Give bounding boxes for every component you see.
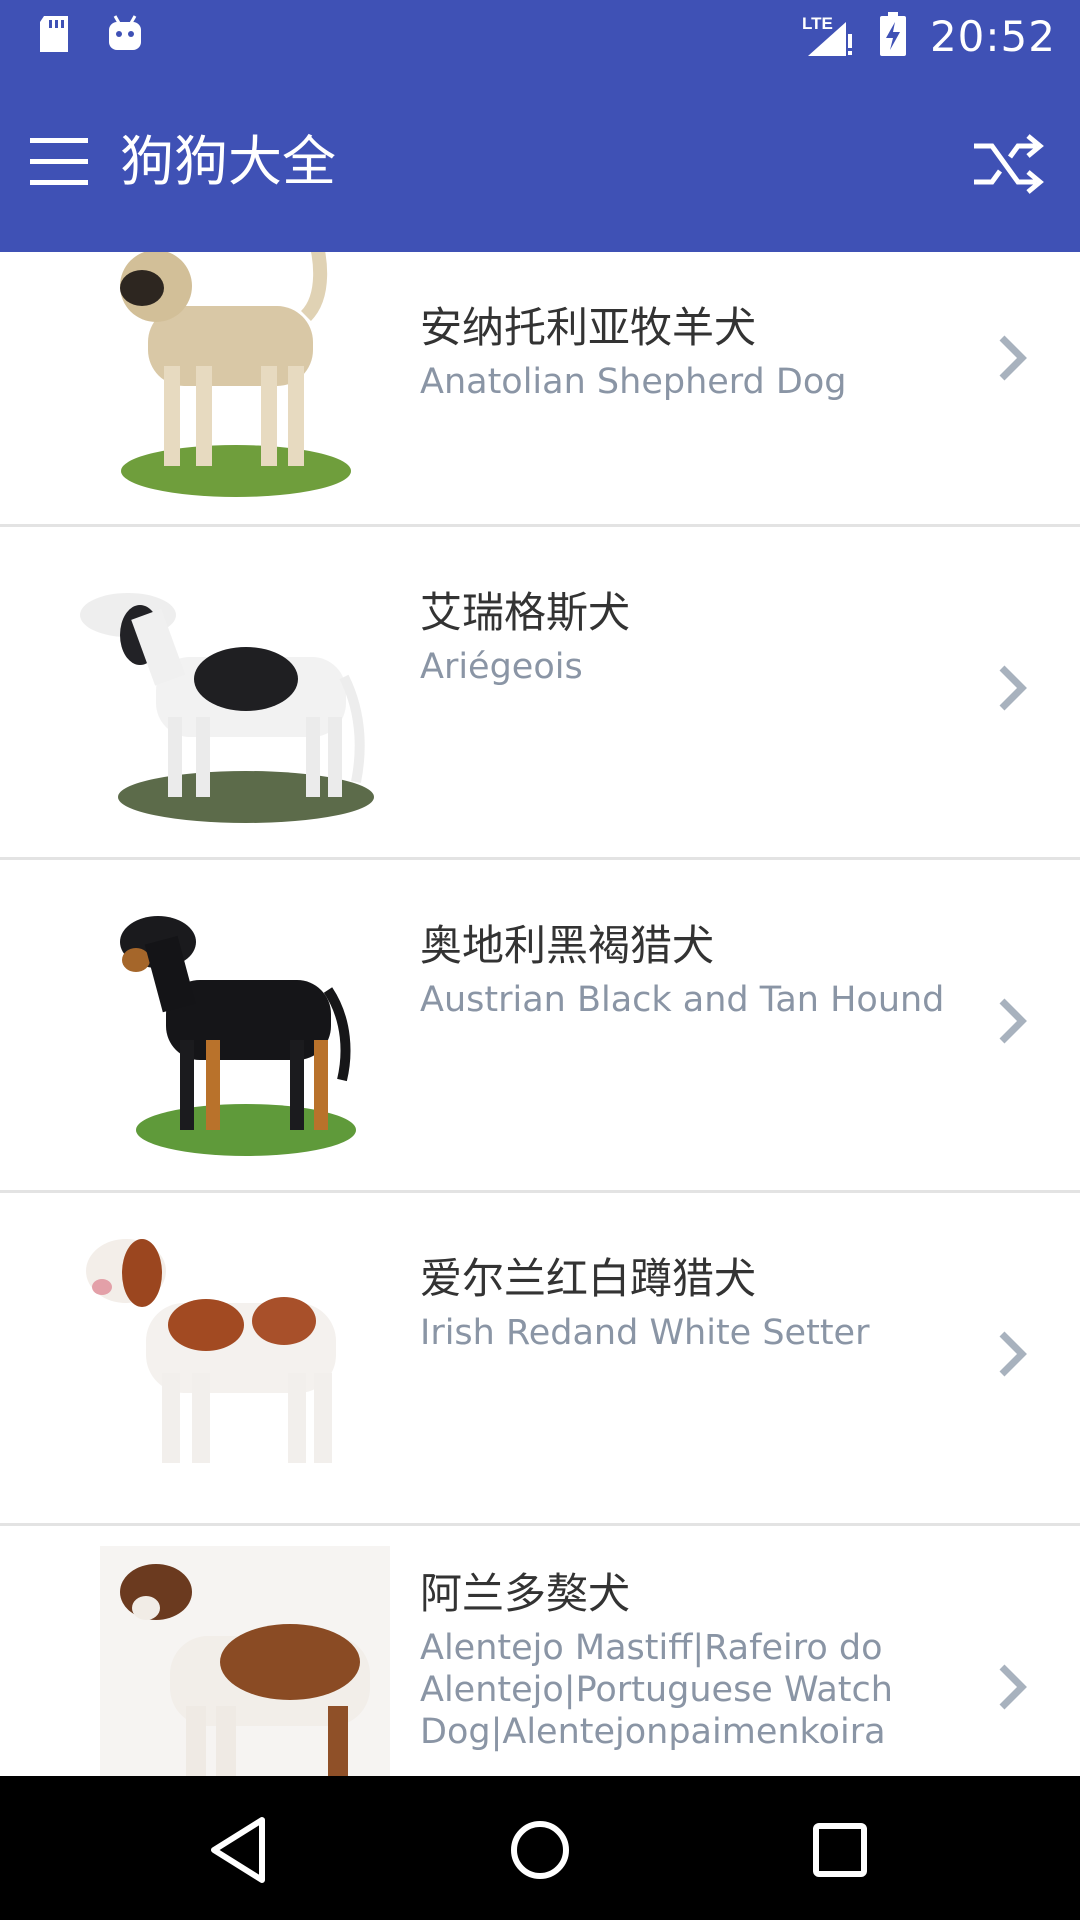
battery-icon bbox=[878, 10, 908, 62]
list-item[interactable]: 安纳托利亚牧羊犬 Anatolian Shepherd Dog bbox=[0, 252, 1080, 527]
status-left bbox=[36, 14, 144, 58]
navigation-bar bbox=[0, 1776, 1080, 1920]
chevron-right-icon bbox=[999, 665, 1027, 711]
breed-name-zh: 艾瑞格斯犬 bbox=[420, 588, 631, 637]
item-texts: 安纳托利亚牧羊犬 Anatolian Shepherd Dog bbox=[420, 300, 960, 404]
list-item[interactable]: 爱尔兰红白蹲猎犬 Irish Redand White Setter bbox=[0, 1193, 1080, 1526]
home-circle-icon[interactable] bbox=[500, 1810, 580, 1890]
item-texts: 奥地利黑褐猎犬 Austrian Black and Tan Hound bbox=[420, 918, 960, 1022]
dog-photo bbox=[56, 1213, 386, 1513]
status-bar: LTE 20:52 bbox=[0, 0, 1080, 74]
dog-photo bbox=[56, 880, 386, 1180]
dog-photo bbox=[56, 547, 386, 847]
back-triangle-icon[interactable] bbox=[200, 1810, 280, 1890]
breed-name-en: Alentejo Mastiff|Rafeiro do Alentejo|Por… bbox=[420, 1627, 893, 1752]
breed-name-zh: 奥地利黑褐猎犬 bbox=[420, 921, 715, 970]
breed-name-en: Ariégeois bbox=[420, 646, 583, 687]
signal-icon: LTE bbox=[802, 12, 856, 60]
list-item[interactable]: 奥地利黑褐猎犬 Austrian Black and Tan Hound bbox=[0, 860, 1080, 1193]
list-item[interactable]: 阿兰多獒犬 Alentejo Mastiff|Rafeiro do Alente… bbox=[0, 1526, 1080, 1776]
recents-square-icon[interactable] bbox=[800, 1810, 880, 1890]
dog-photo bbox=[56, 252, 386, 516]
sd-card-icon bbox=[36, 14, 72, 58]
status-right: LTE 20:52 bbox=[802, 10, 1056, 62]
chevron-right-icon bbox=[999, 1664, 1027, 1710]
breed-name-en: Austrian Black and Tan Hound bbox=[420, 979, 945, 1020]
item-texts: 爱尔兰红白蹲猎犬 Irish Redand White Setter bbox=[420, 1251, 960, 1355]
breed-name-zh: 爱尔兰红白蹲猎犬 bbox=[420, 1254, 757, 1303]
shuffle-icon[interactable] bbox=[972, 132, 1046, 196]
status-time: 20:52 bbox=[929, 11, 1056, 61]
android-icon bbox=[106, 14, 144, 58]
breed-name-zh: 安纳托利亚牧羊犬 bbox=[420, 303, 757, 352]
breed-name-en: Irish Redand White Setter bbox=[420, 1312, 870, 1353]
list-item[interactable]: 艾瑞格斯犬 Ariégeois bbox=[0, 527, 1080, 860]
item-texts: 艾瑞格斯犬 Ariégeois bbox=[420, 585, 960, 689]
item-texts: 阿兰多獒犬 Alentejo Mastiff|Rafeiro do Alente… bbox=[420, 1566, 960, 1753]
dog-breed-list[interactable]: 安纳托利亚牧羊犬 Anatolian Shepherd Dog 艾瑞格斯犬 Ar… bbox=[0, 252, 1080, 1776]
hamburger-menu-icon[interactable] bbox=[28, 130, 92, 194]
app-bar: 狗狗大全 bbox=[0, 74, 1080, 252]
chevron-right-icon bbox=[999, 335, 1027, 381]
app-root: LTE 20:52 狗狗大全 安纳托利亚牧羊犬 Anatolian Shephe… bbox=[0, 0, 1080, 1920]
app-title: 狗狗大全 bbox=[120, 130, 336, 193]
chevron-right-icon bbox=[999, 998, 1027, 1044]
breed-name-zh: 阿兰多獒犬 bbox=[420, 1569, 631, 1618]
chevron-right-icon bbox=[999, 1331, 1027, 1377]
breed-name-en: Anatolian Shepherd Dog bbox=[420, 361, 847, 402]
dog-photo bbox=[100, 1546, 430, 1776]
